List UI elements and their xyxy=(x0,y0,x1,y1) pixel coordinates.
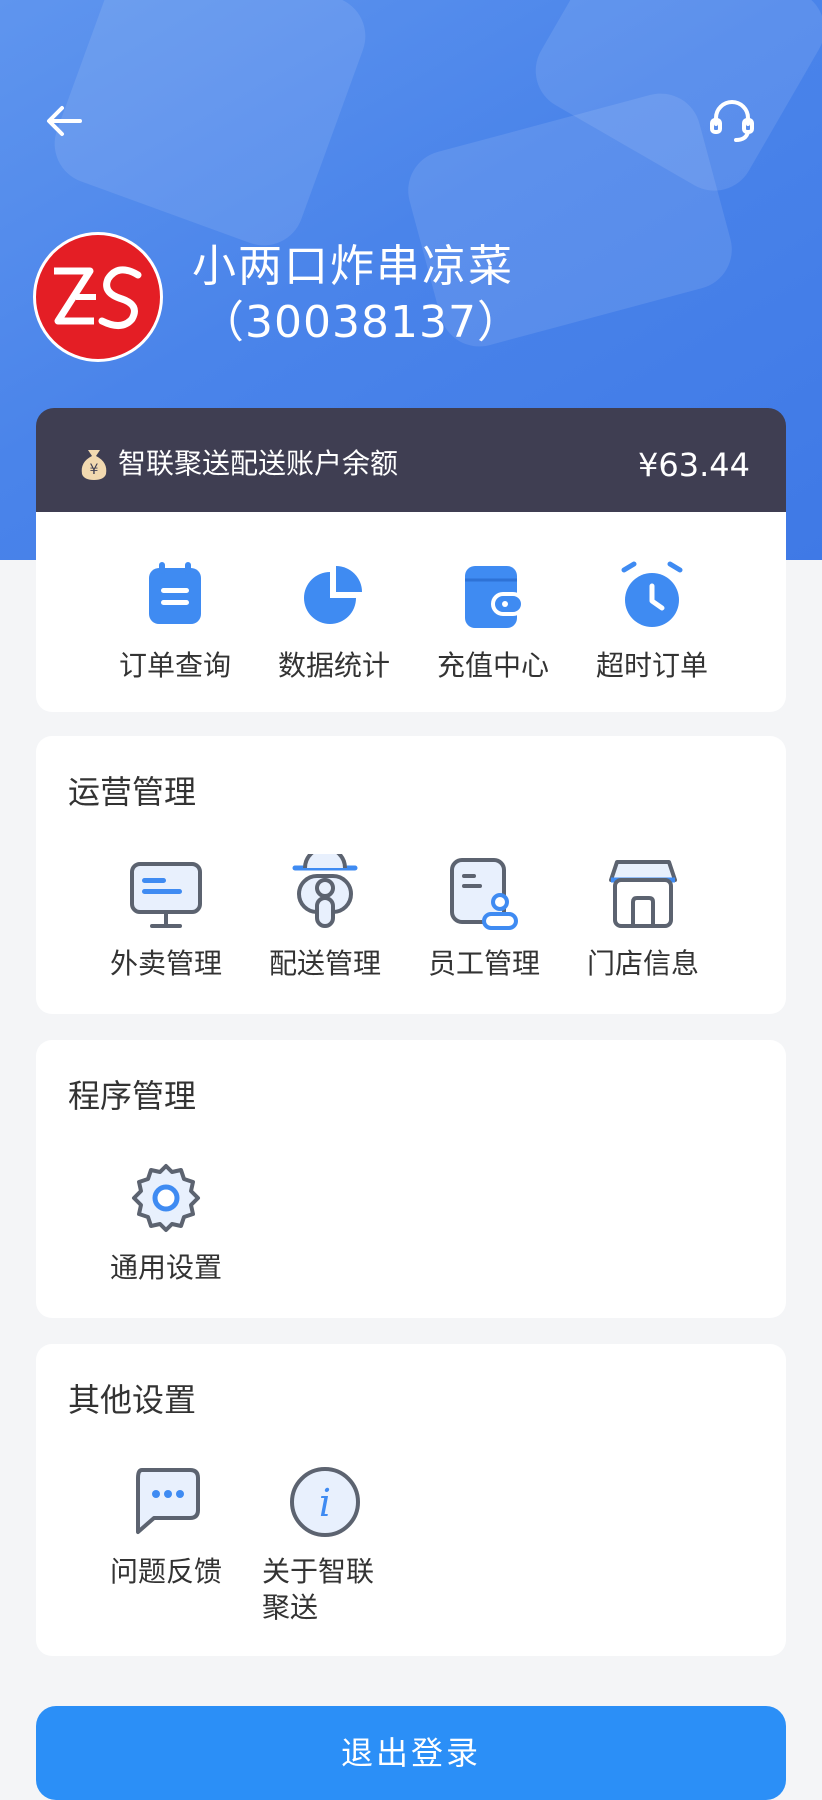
overdue-orders-button[interactable]: 超时订单 xyxy=(577,556,727,684)
general-settings-label: 通用设置 xyxy=(109,1251,222,1284)
store-info-button[interactable]: 门店信息 xyxy=(568,854,718,982)
zs-logo-icon xyxy=(54,266,142,329)
svg-text:i: i xyxy=(319,1481,331,1525)
about-label: 关于智联聚送 xyxy=(262,1555,375,1624)
svg-text:¥: ¥ xyxy=(90,462,99,478)
customer-service-button[interactable] xyxy=(706,94,758,146)
feedback-label: 问题反馈 xyxy=(109,1555,222,1588)
money-bag-icon: ¥ xyxy=(81,450,107,480)
store-logo xyxy=(33,232,163,362)
arrow-left-icon xyxy=(47,106,82,136)
store-icon xyxy=(609,860,677,928)
takeout-management-button[interactable]: 外卖管理 xyxy=(91,854,241,982)
general-settings-button[interactable]: 通用设置 xyxy=(91,1158,241,1286)
takeout-management-label: 外卖管理 xyxy=(109,947,222,980)
data-statistics-button[interactable]: 数据统计 xyxy=(259,556,409,684)
quick-actions-card: 订单查询 数据统计 充值中心 超时订单 xyxy=(36,512,786,712)
monitor-icon xyxy=(130,862,202,928)
back-button[interactable] xyxy=(40,96,90,146)
store-info-label: 门店信息 xyxy=(586,947,699,980)
operations-section: 运营管理 外卖管理 配送管理 员工管理 门店信息 xyxy=(36,736,786,1014)
balance-label: 智联聚送配送账户余额 xyxy=(118,447,399,480)
pie-chart-icon xyxy=(304,566,362,624)
order-icon xyxy=(149,562,201,624)
feedback-button[interactable]: 问题反馈 xyxy=(91,1462,241,1590)
account-balance-bar[interactable]: ¥ 智联聚送配送账户余额 ¥63.44 xyxy=(36,408,786,518)
chat-bubble-icon xyxy=(136,1468,200,1534)
data-statistics-label: 数据统计 xyxy=(277,649,390,682)
recharge-center-label: 充值中心 xyxy=(436,649,549,682)
store-name: 小两口炸串凉菜 xyxy=(192,241,514,292)
overdue-orders-label: 超时订单 xyxy=(595,649,708,682)
staff-card-icon xyxy=(450,858,518,930)
program-section: 程序管理 通用设置 xyxy=(36,1040,786,1318)
other-settings-section: 其他设置 问题反馈 i 关于智联聚送 xyxy=(36,1344,786,1656)
rider-icon xyxy=(292,854,358,928)
gear-icon xyxy=(132,1164,200,1232)
delivery-management-button[interactable]: 配送管理 xyxy=(250,854,400,982)
delivery-management-label: 配送管理 xyxy=(268,947,381,980)
store-id: （30038137） xyxy=(200,297,522,348)
logout-button[interactable]: 退出登录 xyxy=(36,1706,786,1800)
recharge-center-button[interactable]: 充值中心 xyxy=(418,556,568,684)
staff-management-button[interactable]: 员工管理 xyxy=(409,854,559,982)
order-query-label: 订单查询 xyxy=(118,649,231,682)
headset-icon xyxy=(710,100,754,142)
section-title: 运营管理 xyxy=(68,773,197,811)
wallet-icon xyxy=(465,566,525,628)
about-button[interactable]: i 关于智联聚送 xyxy=(250,1462,400,1626)
staff-management-label: 员工管理 xyxy=(427,947,540,980)
section-title: 其他设置 xyxy=(68,1381,197,1419)
info-icon: i xyxy=(290,1467,360,1537)
balance-amount: ¥63.44 xyxy=(638,446,750,484)
section-title: 程序管理 xyxy=(68,1077,197,1115)
alarm-clock-icon xyxy=(621,561,683,627)
order-query-button[interactable]: 订单查询 xyxy=(100,556,250,684)
